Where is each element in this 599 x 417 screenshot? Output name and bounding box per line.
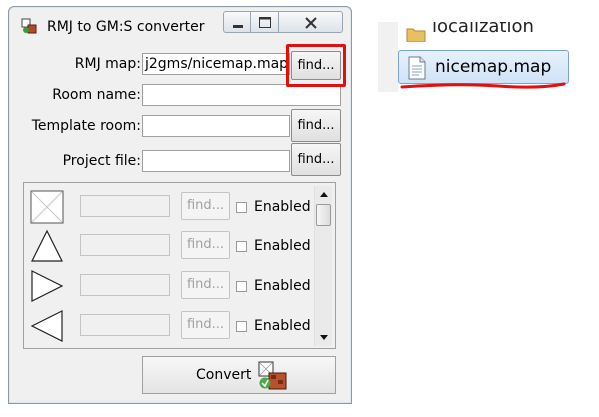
layer-4-enabled-checkbox[interactable]	[236, 321, 247, 332]
layer-3-input[interactable]	[80, 274, 170, 296]
layer-3-find-button[interactable]: find...	[181, 271, 230, 299]
rmj-map-input[interactable]: j2gms/nicemap.map	[142, 53, 290, 75]
layer-2-input[interactable]	[80, 234, 170, 256]
layer-1-enabled-checkbox[interactable]	[236, 202, 247, 213]
template-room-input[interactable]	[142, 115, 290, 137]
project-file-label: Project file:	[62, 153, 141, 169]
triangle-left-icon	[30, 310, 63, 342]
minimize-button[interactable]	[223, 11, 251, 33]
layer-4-find-button[interactable]: find...	[181, 311, 230, 339]
convert-button[interactable]: Convert	[142, 356, 336, 394]
convert-icon	[258, 361, 287, 390]
explorer-gutter	[378, 22, 398, 92]
layer-4-input[interactable]	[80, 314, 170, 336]
layer-1-input[interactable]	[80, 195, 170, 217]
close-button[interactable]	[279, 11, 343, 33]
file-icon	[408, 56, 426, 80]
layer-1-find-button[interactable]: find...	[181, 192, 230, 220]
file-name: nicemap.map	[435, 57, 552, 77]
maximize-icon	[259, 17, 271, 28]
file-item-selected[interactable]: nicemap.map	[398, 50, 569, 84]
minimize-icon	[233, 25, 243, 28]
window-title: RMJ to GM:S converter	[47, 19, 205, 35]
layer-2-enabled-label: Enabled	[254, 238, 311, 254]
convert-label: Convert	[196, 367, 252, 383]
close-icon	[305, 17, 317, 29]
project-file-input[interactable]	[142, 150, 290, 172]
layer-1-enabled-label: Enabled	[254, 199, 311, 215]
layer-3-enabled-checkbox[interactable]	[236, 281, 247, 292]
project-file-find-button[interactable]: find...	[291, 143, 341, 176]
layer-4-enabled-label: Enabled	[254, 318, 311, 334]
template-room-label: Template room:	[31, 118, 141, 134]
room-name-label: Room name:	[52, 87, 141, 103]
layers-scrollbar[interactable]	[314, 186, 332, 346]
scroll-up-arrow-icon[interactable]	[315, 186, 333, 203]
app-icon	[21, 18, 37, 34]
folder-icon	[406, 28, 426, 42]
triangle-right-icon	[31, 270, 64, 302]
layer-2-enabled-checkbox[interactable]	[236, 241, 247, 252]
layer-3-enabled-label: Enabled	[254, 278, 311, 294]
triangle-up-icon	[31, 229, 63, 262]
rmj-map-label: RMJ map:	[74, 56, 141, 72]
scrollbar-thumb[interactable]	[316, 204, 331, 226]
maximize-button[interactable]	[251, 11, 279, 33]
title-bar[interactable]: RMJ to GM:S converter	[9, 7, 351, 39]
red-underline-annotation	[400, 82, 566, 89]
folder-name: localization	[432, 22, 534, 37]
converter-window: RMJ to GM:S converter RMJ map: j2gms/nic…	[8, 6, 352, 404]
template-room-find-button[interactable]: find...	[291, 109, 341, 142]
scroll-down-arrow-icon[interactable]	[315, 329, 333, 346]
room-name-input[interactable]	[142, 84, 341, 106]
empty-box-icon	[30, 190, 64, 224]
folder-item[interactable]: localization	[402, 22, 582, 42]
layer-2-find-button[interactable]: find...	[181, 231, 230, 259]
highlight-box	[286, 44, 346, 87]
